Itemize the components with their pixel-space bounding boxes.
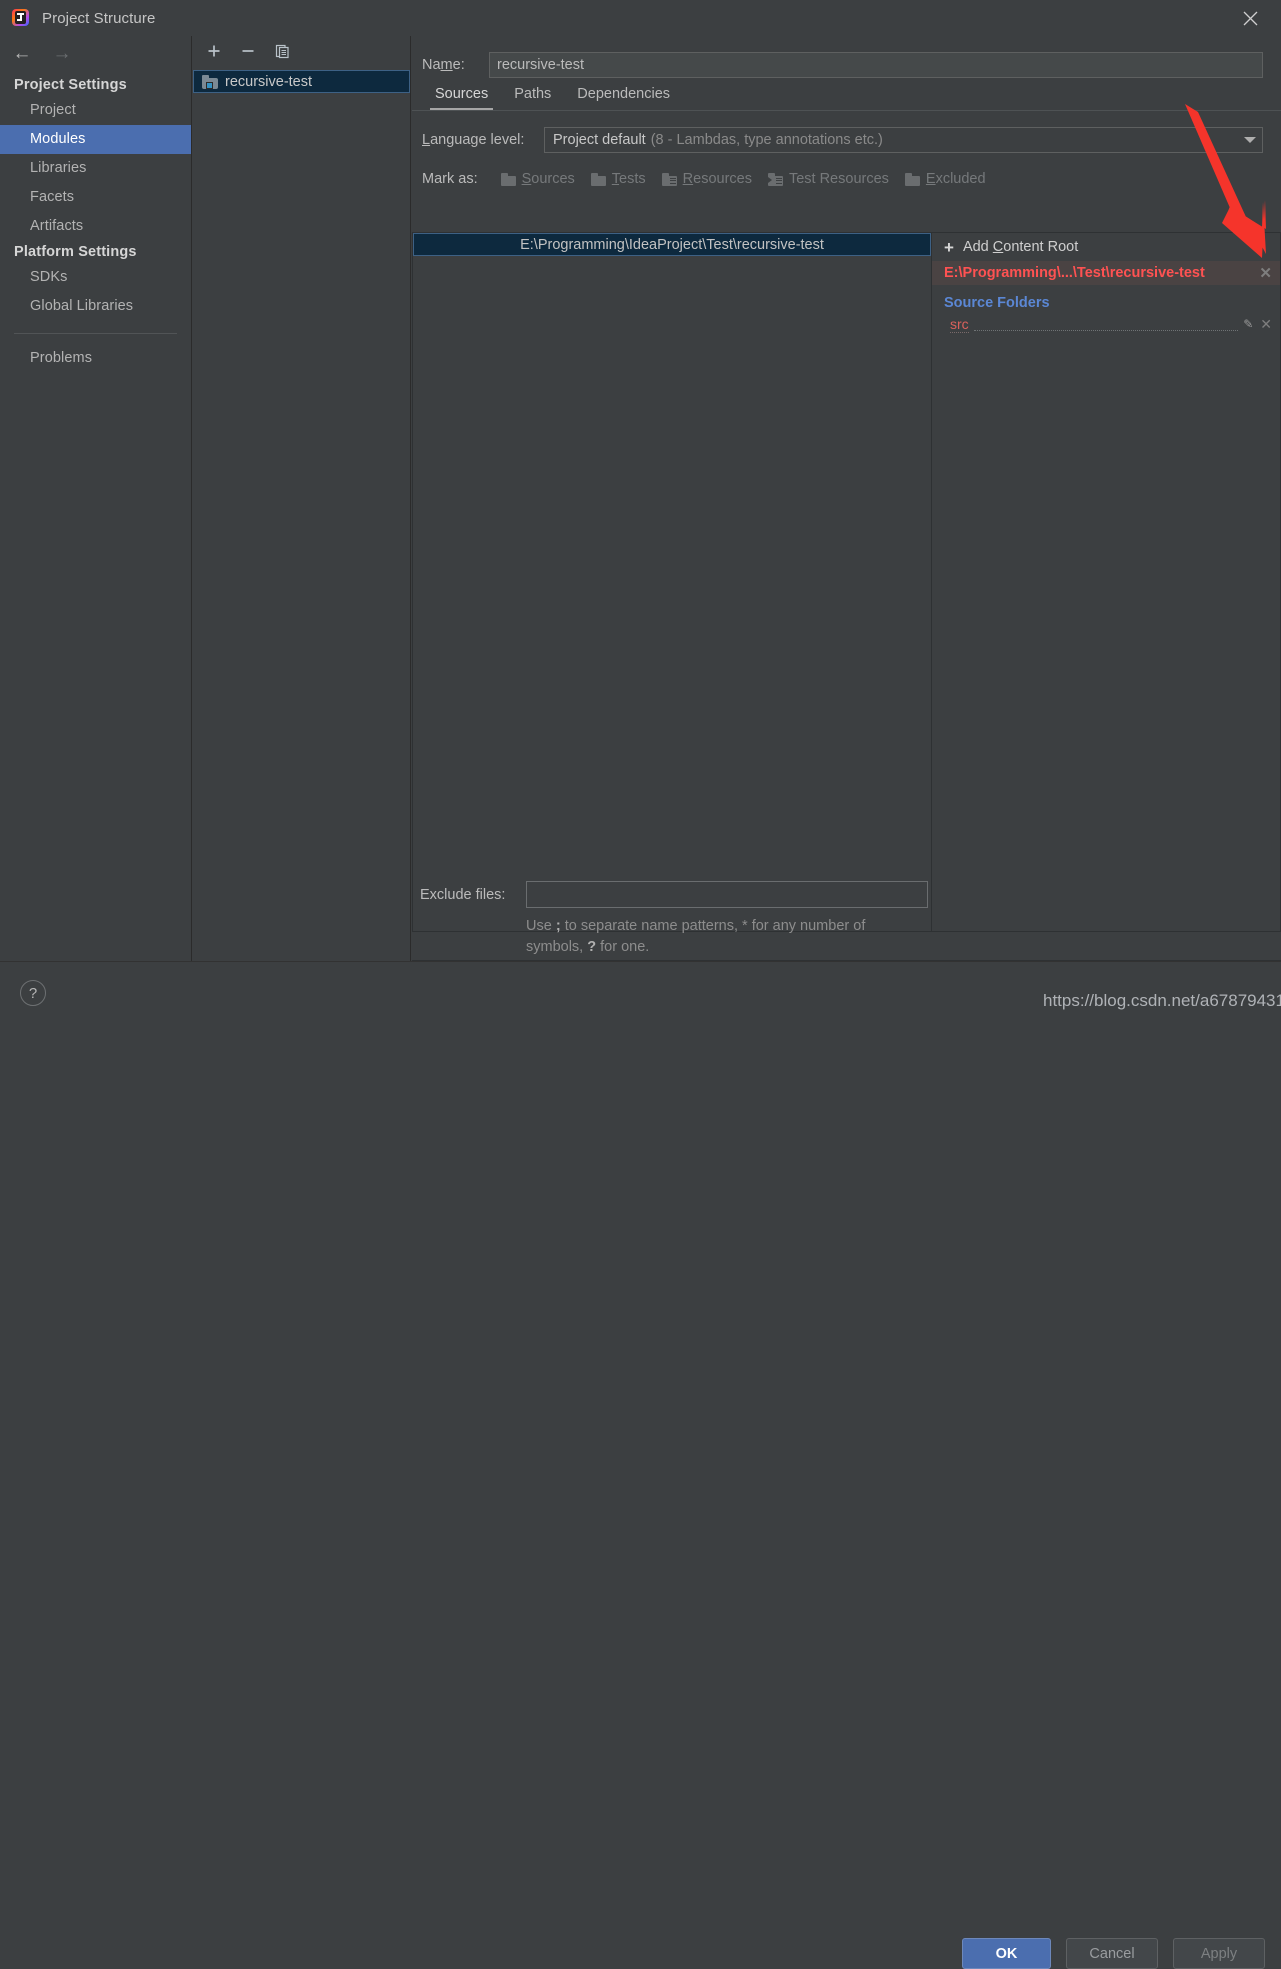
- forward-arrow-icon[interactable]: →: [50, 42, 74, 64]
- folder-sources-icon: [500, 173, 516, 186]
- list-item[interactable]: recursive-test: [193, 70, 410, 93]
- exclude-hint-part1: Use: [526, 918, 556, 934]
- source-folder-dots: [973, 317, 1239, 331]
- sidebar-group-project-settings: Project Settings: [14, 77, 127, 93]
- mark-as-tests-label: Tests: [611, 171, 646, 187]
- module-name: recursive-test: [225, 73, 313, 90]
- sidebar-group-platform-settings: Platform Settings: [14, 244, 137, 260]
- exclude-hint-question: ?: [587, 939, 597, 955]
- back-arrow-icon[interactable]: ←: [10, 42, 34, 64]
- sidebar-list: Project Settings Project Modules Librari…: [0, 70, 191, 373]
- mark-as-sources-button[interactable]: Sources: [495, 171, 581, 187]
- content-root-tree: E:\Programming\IdeaProject\Test\recursiv…: [412, 232, 931, 932]
- intellij-idea-icon: [11, 8, 31, 28]
- sidebar-divider: [14, 333, 177, 334]
- module-editor-panel: Name: recursive-test Sources Paths Depen…: [412, 36, 1281, 961]
- source-folder-entry[interactable]: src ✎ ✕: [932, 313, 1280, 335]
- sidebar-item-modules[interactable]: Modules: [0, 125, 191, 154]
- navigation-arrows: ← →: [0, 36, 191, 70]
- mark-as-test-resources-button[interactable]: Test Resources: [762, 171, 895, 187]
- tab-paths[interactable]: Paths: [501, 86, 564, 110]
- module-folder-icon: [202, 75, 218, 89]
- settings-sidebar: ← → Project Settings Project Modules Lib…: [0, 36, 192, 961]
- sidebar-item-artifacts[interactable]: Artifacts: [0, 212, 191, 241]
- sidebar-item-sdks[interactable]: SDKs: [0, 263, 191, 292]
- watermark-text: https://blog.csdn.net/a67879431: [1043, 991, 1281, 1010]
- mark-as-tests-button[interactable]: Tests: [585, 171, 652, 187]
- title-bar: Project Structure: [0, 0, 1281, 36]
- cancel-button[interactable]: Cancel: [1066, 1938, 1158, 1969]
- content-root-path: E:\Programming\...\Test\recursive-test: [944, 265, 1205, 281]
- language-level-row: Language level: Project default (8 - Lam…: [412, 111, 1281, 153]
- module-tabs: Sources Paths Dependencies: [412, 78, 1281, 111]
- module-name-input[interactable]: recursive-test: [489, 52, 1263, 78]
- exclude-hint-part3: for one.: [596, 939, 650, 955]
- modules-panel: recursive-test: [193, 36, 411, 961]
- sidebar-item-project[interactable]: Project: [0, 96, 191, 125]
- modules-list: recursive-test: [193, 66, 410, 93]
- folder-resources-icon: [661, 173, 677, 186]
- project-structure-dialog: Project Structure ← → Project Settings P…: [0, 0, 1281, 1969]
- folder-tests-icon: [590, 173, 606, 186]
- exclude-files-label: Exclude files:: [420, 886, 506, 903]
- exclude-hint-part2: to separate name patterns, * for any num…: [526, 918, 866, 955]
- source-folder-name: src: [950, 315, 969, 333]
- module-name-label: Name:: [422, 57, 465, 73]
- sidebar-item-facets[interactable]: Facets: [0, 183, 191, 212]
- exclude-files-hint: Use ; to separate name patterns, * for a…: [526, 916, 918, 958]
- copy-icon[interactable]: [272, 41, 292, 61]
- mark-as-sources-label: Sources: [521, 171, 575, 187]
- content-roots-list-panel: + Add Content Root E:\Programming\...\Te…: [931, 232, 1281, 932]
- exclude-files-section: Exclude files: Use ; to separate name pa…: [412, 881, 1281, 958]
- language-level-select[interactable]: Project default (8 - Lambdas, type annot…: [544, 127, 1263, 153]
- help-icon[interactable]: ?: [20, 980, 46, 1006]
- mark-as-test-resources-label: Test Resources: [788, 171, 889, 187]
- plus-icon: +: [944, 237, 954, 257]
- add-content-root-label: Add Content Root: [962, 239, 1079, 255]
- pencil-icon[interactable]: ✎: [1243, 317, 1253, 331]
- minus-icon[interactable]: [238, 41, 258, 61]
- folder-test-resources-icon: [767, 173, 783, 186]
- language-level-detail: (8 - Lambdas, type annotations etc.): [650, 132, 883, 148]
- tab-dependencies[interactable]: Dependencies: [564, 86, 683, 110]
- sidebar-item-global-libraries[interactable]: Global Libraries: [0, 292, 191, 321]
- source-folders-title: Source Folders: [944, 295, 1050, 311]
- close-icon[interactable]: ✕: [1260, 316, 1272, 333]
- mark-as-resources-button[interactable]: Resources: [656, 171, 758, 187]
- window-title: Project Structure: [42, 9, 156, 27]
- content-root-entry[interactable]: E:\Programming\...\Test\recursive-test ✕: [932, 261, 1280, 285]
- exclude-files-input[interactable]: [526, 881, 928, 908]
- apply-button[interactable]: Apply: [1173, 1938, 1265, 1969]
- content-root-tree-row[interactable]: E:\Programming\IdeaProject\Test\recursiv…: [413, 233, 931, 256]
- language-level-value: Project default: [553, 132, 646, 148]
- tab-sources[interactable]: Sources: [422, 86, 501, 110]
- close-icon[interactable]: ✕: [1259, 266, 1272, 281]
- mark-as-excluded-button[interactable]: Excluded: [899, 171, 992, 187]
- ok-button[interactable]: OK: [962, 1938, 1051, 1969]
- mark-as-label: Mark as:: [422, 171, 478, 187]
- mark-as-row: Mark as: Sources Tests Resources Test Re…: [412, 153, 1281, 187]
- module-name-row: Name: recursive-test: [412, 36, 1281, 78]
- folder-excluded-icon: [904, 173, 920, 186]
- plus-icon[interactable]: [204, 41, 224, 61]
- sidebar-item-problems[interactable]: Problems: [0, 344, 191, 373]
- mark-as-resources-label: Resources: [682, 171, 752, 187]
- modules-toolbar: [193, 36, 410, 66]
- add-content-root-button[interactable]: + Add Content Root: [932, 233, 1280, 261]
- mark-as-excluded-label: Excluded: [925, 171, 986, 187]
- chevron-down-icon: [1244, 137, 1256, 143]
- close-icon[interactable]: [1219, 0, 1281, 36]
- content-roots-area: E:\Programming\IdeaProject\Test\recursiv…: [412, 232, 1281, 932]
- exclude-files-row: Exclude files:: [412, 881, 1281, 908]
- language-level-label: Language level:: [422, 132, 525, 148]
- sidebar-item-libraries[interactable]: Libraries: [0, 154, 191, 183]
